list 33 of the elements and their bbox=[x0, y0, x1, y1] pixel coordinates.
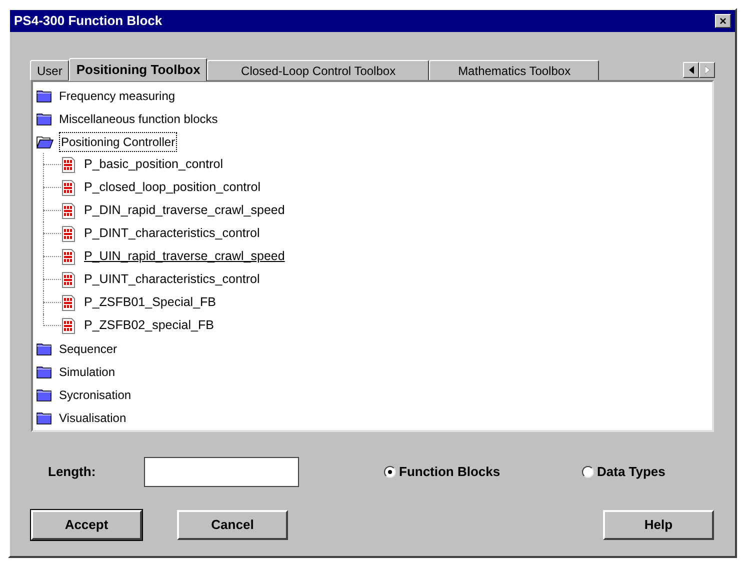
length-label: Length: bbox=[48, 463, 97, 482]
cancel-button[interactable]: Cancel bbox=[177, 510, 288, 540]
tree-folder-item[interactable]: Positioning Controller bbox=[59, 132, 178, 152]
tree-block-item[interactable]: P_DINT_characteristics_control bbox=[84, 224, 260, 243]
window-title: PS4-300 Function Block bbox=[14, 12, 162, 30]
tree-folder-item[interactable]: Simulation bbox=[57, 362, 118, 382]
tree-block-item[interactable]: P_UINT_characteristics_control bbox=[84, 270, 260, 289]
tree-folder-item[interactable]: Sycronisation bbox=[57, 384, 134, 404]
tab[interactable]: Closed-Loop Control Toolbox bbox=[207, 60, 430, 80]
tree-folder-item[interactable]: Sequencer bbox=[57, 338, 120, 358]
tree-folder-item[interactable]: Miscellaneous function blocks bbox=[57, 108, 220, 128]
tree-block-item[interactable]: P_basic_position_control bbox=[84, 155, 223, 174]
radio-button[interactable] bbox=[582, 466, 594, 478]
tree-folder-item[interactable]: Visualisation bbox=[57, 408, 128, 428]
radio-label[interactable]: Data Types bbox=[597, 462, 666, 482]
close-button[interactable]: × bbox=[715, 14, 731, 28]
tree-block-item[interactable]: P_ZSFB01_Special_FB bbox=[84, 293, 216, 312]
tab[interactable]: Positioning Toolbox bbox=[69, 58, 208, 81]
tree-block-item[interactable]: P_closed_loop_position_control bbox=[84, 178, 261, 197]
help-button[interactable]: Help bbox=[603, 510, 714, 540]
radio-button[interactable] bbox=[384, 466, 396, 478]
tab[interactable]: User bbox=[30, 60, 70, 80]
left-triangle-icon bbox=[688, 66, 694, 74]
tree-block-item[interactable]: P_DIN_rapid_traverse_crawl_speed bbox=[84, 201, 285, 220]
length-field[interactable] bbox=[144, 457, 299, 487]
tab[interactable]: Mathematics Toolbox bbox=[429, 60, 600, 80]
radio-label[interactable]: Function Blocks bbox=[399, 462, 500, 482]
tree-folder-item[interactable]: Frequency measuring bbox=[57, 86, 178, 106]
tree-block-item[interactable]: P_UIN_rapid_traverse_crawl_speed bbox=[84, 247, 285, 266]
tree-block-item[interactable]: P_ZSFB02_special_FB bbox=[84, 316, 214, 335]
scroll-left-button[interactable] bbox=[683, 62, 699, 78]
accept-button[interactable]: Accept bbox=[31, 510, 142, 540]
right-triangle-icon bbox=[704, 66, 710, 74]
